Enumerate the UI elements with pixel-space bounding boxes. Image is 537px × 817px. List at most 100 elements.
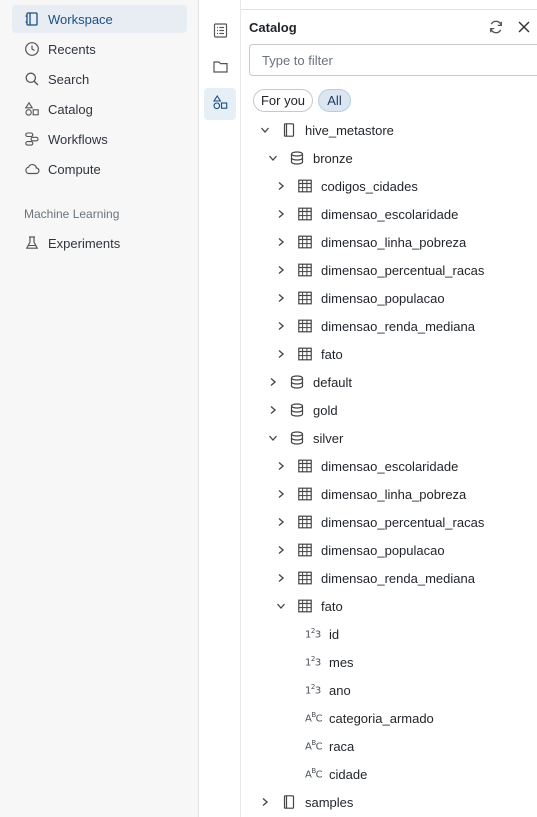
tree-schema-silver[interactable]: silver <box>241 424 537 452</box>
tree-table[interactable]: dimensao_populacao <box>241 284 537 312</box>
table-icon <box>297 262 313 278</box>
chevron-right-icon[interactable] <box>275 516 287 528</box>
catalog-rail-button[interactable] <box>204 88 236 120</box>
tree-node-label: silver <box>313 431 344 446</box>
tree-table[interactable]: dimensao_escolaridade <box>241 452 537 480</box>
tree-node-label: gold <box>313 403 338 418</box>
schema-icon <box>289 430 305 446</box>
tree-node-label: dimensao_renda_mediana <box>321 319 475 334</box>
nav-item-label: Search <box>48 71 90 87</box>
table-icon <box>297 234 313 250</box>
tree-table[interactable]: dimensao_renda_mediana <box>241 312 537 340</box>
tree-column[interactable]: 123 ano <box>241 676 537 704</box>
catalog-panel: Catalog For you All hive_metastorebronze… <box>241 0 537 817</box>
chevron-down-icon[interactable] <box>259 124 271 136</box>
schema-icon <box>289 402 305 418</box>
tree-node-label: samples <box>305 795 354 810</box>
tree-column[interactable]: 123 mes <box>241 648 537 676</box>
tree-catalog-hive-metastore[interactable]: hive_metastore <box>241 116 537 144</box>
tree-node-label: fato <box>321 347 343 362</box>
tree-schema-gold[interactable]: gold <box>241 396 537 424</box>
tree-node-label: dimensao_escolaridade <box>321 207 459 222</box>
nav-item-compute[interactable]: Compute <box>12 155 187 183</box>
filter-input[interactable] <box>249 44 537 76</box>
chevron-right-icon[interactable] <box>275 180 287 192</box>
tree-node-label: id <box>329 627 340 642</box>
refresh-button[interactable] <box>486 18 506 38</box>
chevron-right-icon[interactable] <box>275 348 287 360</box>
tree-node-label: dimensao_populacao <box>321 291 445 306</box>
chevron-down-icon[interactable] <box>267 432 279 444</box>
tree-node-label: bronze <box>313 151 353 166</box>
tree-table[interactable]: dimensao_renda_mediana <box>241 564 537 592</box>
chip-for-you[interactable]: For you <box>253 89 313 112</box>
tree-node-label: dimensao_linha_pobreza <box>321 487 467 502</box>
tree-catalog-samples[interactable]: samples <box>241 788 537 816</box>
nav-item-label: Workflows <box>48 131 108 147</box>
chevron-right-icon[interactable] <box>275 236 287 248</box>
tree-node-label: default <box>313 375 353 390</box>
tree-table[interactable]: dimensao_populacao <box>241 536 537 564</box>
notebook-outline-button[interactable] <box>204 16 236 48</box>
table-icon <box>297 458 313 474</box>
tree-table[interactable]: dimensao_percentual_racas <box>241 508 537 536</box>
tree-table[interactable]: dimensao_linha_pobreza <box>241 228 537 256</box>
tree-column[interactable]: ABC cidade <box>241 760 537 788</box>
chevron-right-icon[interactable] <box>275 488 287 500</box>
tree-table[interactable]: codigos_cidades <box>241 172 537 200</box>
chevron-right-icon[interactable] <box>267 404 279 416</box>
table-icon <box>297 598 313 614</box>
nav-item-experiments[interactable]: Experiments <box>12 229 187 257</box>
chevron-right-icon[interactable] <box>275 264 287 276</box>
tree-schema-bronze[interactable]: bronze <box>241 144 537 172</box>
tree-table[interactable]: dimensao_linha_pobreza <box>241 480 537 508</box>
chevron-right-icon[interactable] <box>275 292 287 304</box>
tree-node-label: dimensao_percentual_racas <box>321 515 485 530</box>
tree-column[interactable]: 123 id <box>241 620 537 648</box>
chevron-down-icon[interactable] <box>275 600 287 612</box>
tree-node-label: dimensao_populacao <box>321 543 445 558</box>
tree-column[interactable]: ABC categoria_armado <box>241 704 537 732</box>
tree-schema-default[interactable]: default <box>241 368 537 396</box>
panel-divider <box>241 9 537 10</box>
folder-icon <box>212 58 229 78</box>
nav-item-workspace[interactable]: Workspace <box>12 5 187 33</box>
chevron-right-icon[interactable] <box>275 572 287 584</box>
tree-table[interactable]: fato <box>241 340 537 368</box>
tree-node-label: raca <box>329 739 355 754</box>
nav-item-recents[interactable]: Recents <box>12 35 187 63</box>
chevron-right-icon[interactable] <box>275 460 287 472</box>
left-navigation: Workspace Recents Search Catalog Workflo… <box>0 0 199 817</box>
search-icon <box>24 71 40 87</box>
chevron-right-icon[interactable] <box>275 544 287 556</box>
tree-table[interactable]: fato <box>241 592 537 620</box>
flask-icon <box>24 235 40 251</box>
table-icon <box>297 486 313 502</box>
catalog-icon <box>281 122 297 138</box>
close-icon <box>516 19 532 38</box>
table-icon <box>297 290 313 306</box>
nav-item-workflows[interactable]: Workflows <box>12 125 187 153</box>
tree-node-label: ano <box>329 683 351 698</box>
workflows-icon <box>24 131 40 147</box>
numeric-type-icon: 123 <box>305 627 321 641</box>
table-icon <box>297 514 313 530</box>
close-button[interactable] <box>514 18 534 38</box>
tree-node-label: fato <box>321 599 343 614</box>
chevron-right-icon[interactable] <box>275 320 287 332</box>
chevron-right-icon[interactable] <box>267 376 279 388</box>
chevron-right-icon[interactable] <box>259 796 271 808</box>
tree-node-label: dimensao_percentual_racas <box>321 263 485 278</box>
nav-item-label: Compute <box>48 161 101 177</box>
tree-table[interactable]: dimensao_escolaridade <box>241 200 537 228</box>
nav-item-catalog[interactable]: Catalog <box>12 95 187 123</box>
clock-icon <box>24 41 40 57</box>
nav-item-search[interactable]: Search <box>12 65 187 93</box>
folder-button[interactable] <box>204 52 236 84</box>
tree-column[interactable]: ABC raca <box>241 732 537 760</box>
chevron-down-icon[interactable] <box>267 152 279 164</box>
chevron-right-icon[interactable] <box>275 208 287 220</box>
panel-title: Catalog <box>249 20 297 35</box>
chip-all[interactable]: All <box>318 89 351 112</box>
tree-table[interactable]: dimensao_percentual_racas <box>241 256 537 284</box>
